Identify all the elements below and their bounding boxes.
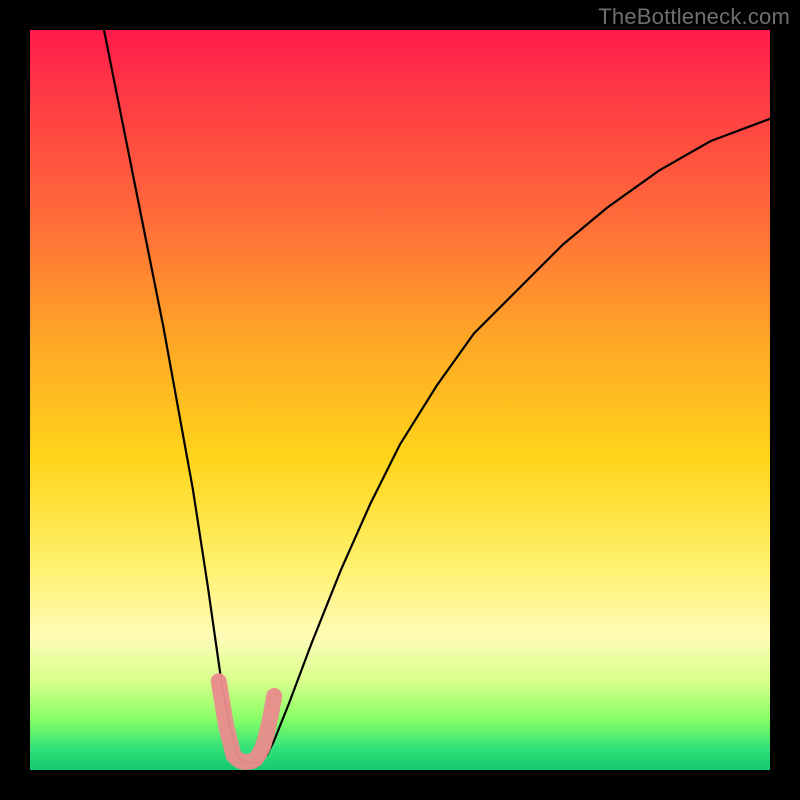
plot-area (30, 30, 770, 770)
bottleneck-curve-path (104, 30, 770, 763)
watermark-text: TheBottleneck.com (598, 4, 790, 30)
chart-frame: TheBottleneck.com (0, 0, 800, 800)
zero-band-path (219, 681, 275, 762)
curve-svg (30, 30, 770, 770)
